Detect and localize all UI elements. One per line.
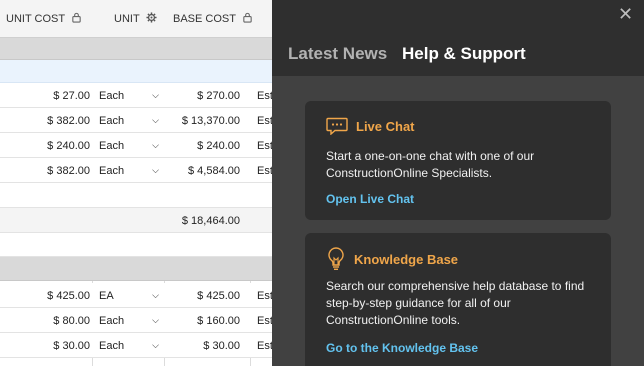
group-header-row (0, 257, 272, 281)
table-row[interactable]: $ 80.00 Each ⌵ $ 160.00 Est (0, 308, 272, 333)
grid-header: UNIT COST UNIT BASE COST (0, 0, 272, 38)
lock-icon[interactable] (71, 12, 82, 26)
help-panel: ✕ Latest News Help & Support Live Chat S… (272, 0, 644, 366)
unit-select[interactable]: Each ⌵ (99, 108, 159, 133)
chevron-down-icon: ⌵ (152, 315, 159, 325)
open-live-chat-link[interactable]: Open Live Chat (326, 192, 414, 206)
group-total-row: $ 18,464.00 (0, 208, 272, 233)
tab-help-support[interactable]: Help & Support (402, 44, 526, 64)
gear-icon[interactable] (146, 12, 157, 26)
unit-select[interactable]: Each ⌵ (99, 83, 159, 108)
lightbulb-icon (326, 246, 346, 272)
unit-cost-header[interactable]: UNIT COST (6, 0, 82, 38)
panel-header (272, 0, 644, 76)
knowledge-base-link[interactable]: Go to the Knowledge Base (326, 341, 478, 355)
unit-select[interactable]: Each ⌵ (99, 158, 159, 183)
table-row[interactable]: $ 425.00 EA ⌵ $ 425.00 Est (0, 283, 272, 308)
knowledge-base-title: Knowledge Base (354, 251, 459, 267)
unit-select[interactable]: EA ⌵ (99, 283, 159, 308)
group-subheader-row (0, 60, 272, 83)
table-row[interactable]: $ 382.00 Each ⌵ $ 4,584.00 Est (0, 158, 272, 183)
close-icon[interactable]: ✕ (618, 5, 633, 23)
knowledge-base-description: Search our comprehensive help database t… (326, 279, 585, 327)
table-row[interactable]: $ 30.00 Each ⌵ $ 30.00 Est (0, 333, 272, 358)
lock-icon[interactable] (242, 12, 253, 26)
chevron-down-icon: ⌵ (152, 90, 159, 100)
live-chat-card: Live Chat Start a one-on-one chat with o… (305, 101, 611, 220)
live-chat-title: Live Chat (356, 118, 415, 134)
chevron-down-icon: ⌵ (152, 165, 159, 175)
table-row[interactable]: $ 240.00 Each ⌵ $ 240.00 Est (0, 133, 272, 158)
live-chat-title-row: Live Chat (326, 117, 415, 135)
spacer-row (0, 233, 272, 257)
chevron-down-icon: ⌵ (152, 290, 159, 300)
live-chat-description: Start a one-on-one chat with one of our … (326, 149, 535, 180)
knowledge-base-card: Knowledge Base Search our comprehensive … (305, 233, 611, 366)
unit-select[interactable]: Each ⌵ (99, 333, 159, 358)
chevron-down-icon: ⌵ (152, 340, 159, 350)
estimate-grid: UNIT COST UNIT BASE COST $ 27.00 Each ⌵ $… (0, 0, 272, 366)
table-row[interactable]: $ 27.00 Each ⌵ $ 270.00 Est (0, 83, 272, 108)
empty-row[interactable] (0, 183, 272, 208)
table-row[interactable]: $ 382.00 Each ⌵ $ 13,370.00 Est (0, 108, 272, 133)
tab-latest-news[interactable]: Latest News (288, 44, 387, 64)
unit-select[interactable]: Each ⌵ (99, 308, 159, 333)
chevron-down-icon: ⌵ (152, 140, 159, 150)
chat-bubble-icon (326, 117, 348, 135)
base-cost-header[interactable]: BASE COST (173, 0, 253, 38)
chevron-down-icon: ⌵ (152, 115, 159, 125)
unit-header[interactable]: UNIT (114, 0, 157, 38)
knowledge-base-title-row: Knowledge Base (326, 246, 458, 272)
group-header-row (0, 38, 272, 60)
unit-select[interactable]: Each ⌵ (99, 133, 159, 158)
